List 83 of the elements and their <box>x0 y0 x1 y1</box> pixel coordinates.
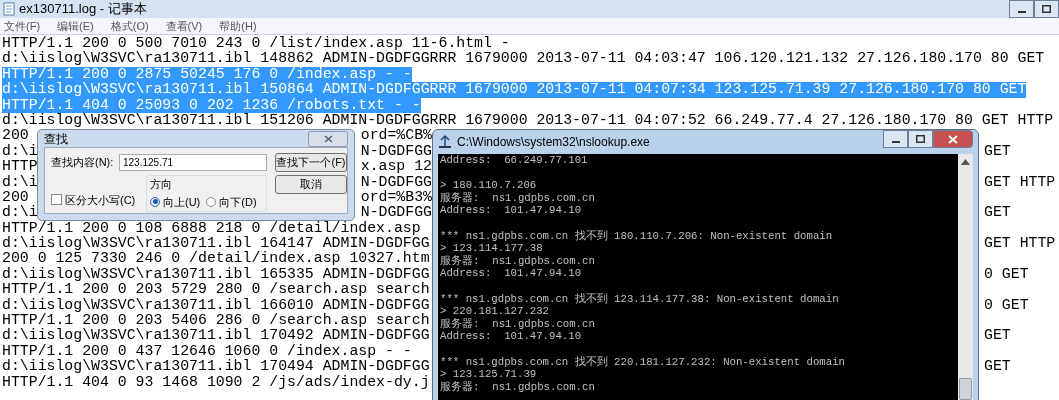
notepad-icon <box>3 2 15 16</box>
scroll-thumb[interactable] <box>959 378 972 400</box>
close-button[interactable] <box>308 130 348 147</box>
log-line: 0 GET <box>984 266 1029 283</box>
log-line: HTTP <box>2 159 38 175</box>
console-line: 服务器: ns1.gdpbs.com.cn <box>440 317 596 331</box>
menu-item[interactable]: 查看(V) <box>163 17 205 35</box>
console-line: 服务器: ns1.gdpbs.com.cn <box>440 380 596 394</box>
console-line: > 123.114.177.38 <box>440 242 544 255</box>
log-line: ord=%CB% <box>360 128 432 144</box>
log-line: d:\iislog\W3SVC\ra130711.ibl 170494 ADMIN-DGDFGG <box>2 359 430 375</box>
console-line: > 123.125.71.39 <box>440 368 538 381</box>
match-case-checkbox[interactable]: 区分大小写(C) <box>51 191 136 208</box>
log-line: d:\i <box>2 143 38 160</box>
close-icon <box>948 134 958 144</box>
console-line: Address: 66.249.77.101 <box>440 154 589 167</box>
log-line: d:\iislog\W3SVC\ra130711.ibl 164147 ADMIN-DGDFGG <box>2 236 430 252</box>
log-line: ord=%B3% <box>360 189 432 206</box>
log-line: GET <box>984 359 1011 375</box>
log-line: HTTP/1.1 200 0 203 5406 286 0 /search.asp search <box>2 313 430 329</box>
log-line: N-DGDFGG <box>360 143 432 160</box>
close-button[interactable] <box>933 130 973 148</box>
console-line: *** ns1.gdpbs.com.cn 找不到 123.114.177.38: Non-existent domain <box>440 292 840 306</box>
log-line: HTTP/1.1 200 0 203 5729 280 0 /search.asp search <box>2 282 430 298</box>
log-line: d:\iislog\W3SVC\ra130711.ibl 148862 ADMIN-DGDFGGRRR 1679000 2013-07-11 04:03:47 106.120.121.132 27.126.180.170 80 GET <box>2 51 1045 67</box>
radio-label[interactable]: 向上(U) <box>163 193 201 210</box>
log-line: 200 <box>2 189 29 205</box>
scrollbar[interactable] <box>958 154 973 400</box>
window-title: ex130711.log - 记事本 <box>19 0 147 19</box>
find-label: 查找内容(N): <box>51 155 115 171</box>
radio-button[interactable] <box>150 196 160 207</box>
log-line: d:\i <box>2 174 38 190</box>
menu-item[interactable]: 帮助(H) <box>217 17 259 35</box>
log-line: d:\iislog\W3SVC\ra130711.ibl 151206 ADMIN-DGDFGGRRR 1679000 2013-07-11 04:07:52 66.249.77.4 27.126.180.170 80 GET HTTP <box>2 112 1054 128</box>
log-line: N-DGDFGG <box>360 174 432 190</box>
console-line: 服务器: ns1.gdpbs.com.cn <box>440 254 596 268</box>
log-line: 200 <box>2 128 29 144</box>
log-line: d:\iislog\W3SVC\ra130711.ibl 166010 ADMIN-DGDFGG <box>2 297 430 313</box>
log-line: HTTP/1.1 200 0 500 7010 243 0 /list/index.asp 11-6.html - <box>2 36 510 51</box>
minimize-button[interactable] <box>1009 0 1034 18</box>
maximize-icon <box>1042 5 1051 13</box>
minimize-icon <box>891 141 900 143</box>
window-title: C:\Windows\system32\nslookup.exe <box>457 134 650 151</box>
log-line: d:\iislog\W3SVC\ra130711.ibl 165335 ADMIN-DGDFGG <box>2 266 430 282</box>
radio-label[interactable]: 向下(D) <box>219 193 257 210</box>
menu-item[interactable]: 编辑(E) <box>55 17 96 35</box>
log-line: GET HTTP <box>984 174 1056 190</box>
dialog-title: 查找 <box>44 130 68 148</box>
maximize-icon <box>916 135 925 143</box>
console-line: > 220.181.127.232 <box>440 305 551 318</box>
console-line: Address: 101.47.94.10 <box>440 330 583 343</box>
log-line: HTTP/1.1 200 0 108 6888 218 0 /detail/index.asp <box>2 220 421 236</box>
find-field[interactable]: 123.125.71 <box>119 154 267 171</box>
log-line: N-DGDFGG <box>360 205 432 221</box>
menu-item[interactable]: 格式(O) <box>108 17 151 35</box>
radio-button[interactable] <box>206 196 217 207</box>
group-label: 方向 <box>150 177 173 192</box>
log-line: d:\iislog\W3SVC\ra130711.ibl 170492 ADMIN-DGDFGG <box>2 328 430 344</box>
log-line: d:\i <box>2 205 38 221</box>
up-arrow-icon <box>961 159 970 165</box>
log-line: 200 0 125 7330 246 0 /detail/index.asp 10327.htm <box>2 251 430 267</box>
console-line: Address: 101.47.94.10 <box>440 267 583 280</box>
find-next-button[interactable]: 查找下一个(F) <box>275 153 347 172</box>
console-line: 服务器: ns1.gdpbs.com.cn <box>440 191 596 205</box>
log-line: GET <box>984 143 1011 160</box>
console-line: *** ns1.gdpbs.com.cn 找不到 220.181.127.232: Non-existent domain <box>440 355 846 369</box>
log-line: HTTP/1.1 404 0 93 1468 1090 2 /js/ads/index-dy.j <box>2 374 430 390</box>
log-line: GET HTTP <box>984 236 1056 252</box>
cancel-button[interactable]: 取消 <box>275 175 347 194</box>
maximize-button[interactable] <box>908 130 933 148</box>
menu-item[interactable]: 文件(F) <box>2 17 43 35</box>
log-line: x.asp 12 <box>360 159 432 175</box>
console-line: Address: 101.47.94.10 <box>440 204 583 217</box>
minimize-icon <box>1017 11 1026 13</box>
console-line: > 180.110.7.206 <box>440 179 538 192</box>
console-line: *** ns1.gdpbs.com.cn 找不到 180.110.7.206: Non-existent domain <box>440 229 834 243</box>
log-line: HTTP/1.1 200 0 437 12646 1060 0 /index.asp - - <box>2 343 412 359</box>
log-line: GET <box>984 205 1011 221</box>
minimize-button[interactable] <box>883 130 908 148</box>
log-line: GET <box>984 328 1011 344</box>
log-line: 0 GET <box>984 297 1029 314</box>
maximize-button[interactable] <box>1034 0 1059 18</box>
close-icon <box>323 134 333 143</box>
